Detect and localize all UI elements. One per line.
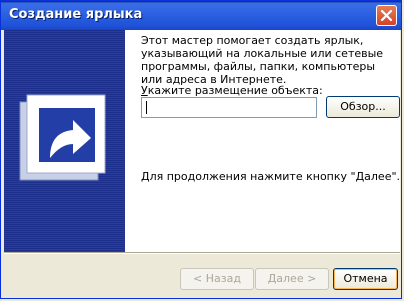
location-input[interactable] — [141, 97, 317, 118]
continue-hint: Для продолжения нажмите кнопку "Далее". — [141, 170, 401, 183]
next-button[interactable]: Далее > — [255, 268, 329, 290]
wizard-client-area: Этот мастер помогает создать ярлык, указ… — [4, 30, 400, 297]
close-button[interactable] — [376, 5, 397, 26]
shortcut-wizard-window: Создание ярлыка Этот мастер помогает соз… — [0, 0, 402, 299]
intro-text: Этот мастер помогает создать ярлык, указ… — [141, 34, 384, 86]
shortcut-arrow-icon — [19, 94, 106, 181]
window-title: Создание ярлыка — [9, 7, 143, 22]
wizard-content: Этот мастер помогает создать ярлык, указ… — [125, 30, 400, 252]
text-caret — [146, 101, 147, 114]
button-divider — [4, 252, 400, 254]
back-button[interactable]: < Назад — [180, 268, 254, 290]
cancel-button[interactable]: Отмена — [333, 268, 398, 290]
wizard-side-panel — [4, 30, 125, 252]
location-label-text: кажите размещение объекта: — [147, 84, 323, 97]
browse-button[interactable]: Обзор... — [326, 96, 400, 118]
close-icon — [380, 9, 393, 22]
location-label: Укажите размещение объекта: — [141, 84, 323, 97]
title-bar[interactable]: Создание ярлыка — [1, 1, 401, 30]
browse-button-wrap: Обзор... — [326, 96, 400, 118]
location-label-accesskey: У — [141, 84, 148, 97]
